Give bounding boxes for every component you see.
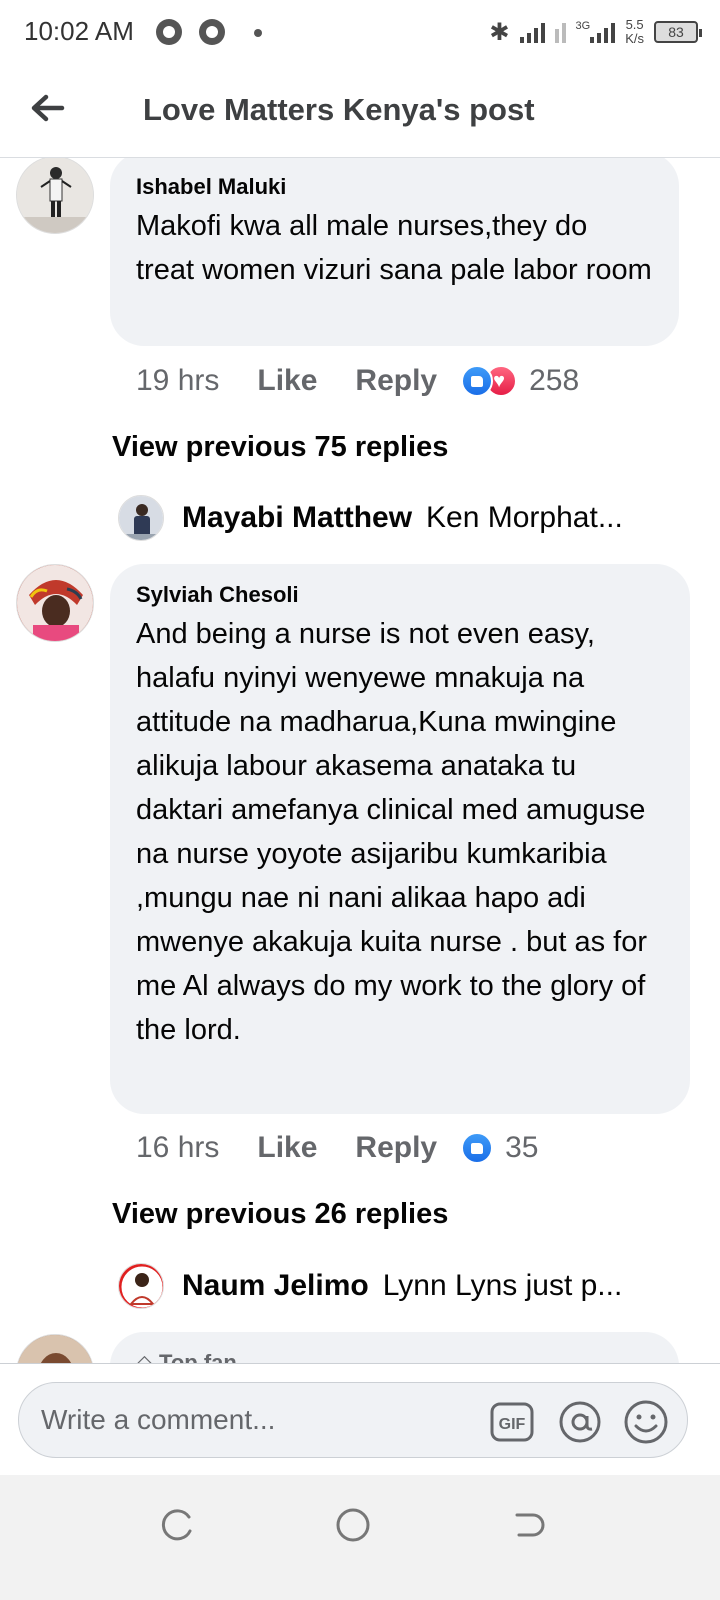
network-type: 3G <box>575 20 591 32</box>
comment-author[interactable]: Sylviah Chesoli <box>136 582 664 608</box>
bluetooth-icon: ✱ <box>489 18 510 46</box>
home-icon[interactable] <box>335 1507 371 1543</box>
gif-icon[interactable]: GIF <box>489 1399 535 1445</box>
system-nav-bar <box>0 1475 720 1600</box>
like-reaction-icon <box>461 1132 494 1164</box>
comment-composer: GIF <box>0 1363 720 1475</box>
emoji-icon[interactable] <box>623 1399 669 1445</box>
view-previous-replies[interactable]: View previous 75 replies <box>112 431 448 464</box>
comment-bubble[interactable]: Ishabel Maluki Makofi kwa all male nurse… <box>110 158 679 346</box>
comment-input[interactable] <box>41 1383 481 1457</box>
comment-bubble[interactable]: Sylviah Chesoli And being a nurse is not… <box>110 564 690 1114</box>
data-arrows-icon <box>554 21 566 43</box>
like-button[interactable]: Like <box>257 364 317 398</box>
page-title: Love Matters Kenya's post <box>143 92 535 127</box>
view-previous-replies[interactable]: View previous 26 replies <box>112 1198 448 1231</box>
avatar[interactable] <box>16 564 94 642</box>
chrome-notification-icon <box>199 19 225 45</box>
reply-button[interactable]: Reply <box>355 364 437 398</box>
comment-time[interactable]: 19 hrs <box>136 364 219 398</box>
svg-text:GIF: GIF <box>499 1416 526 1433</box>
arrow-left-icon[interactable] <box>26 86 70 130</box>
reaction-count[interactable]: 258 <box>529 364 579 398</box>
avatar[interactable] <box>16 158 94 234</box>
more-notifications-icon <box>254 29 262 37</box>
reply-button[interactable]: Reply <box>355 1131 437 1165</box>
reply-preview[interactable]: Naum Jelimo Lynn Lyns just p... <box>118 1260 622 1312</box>
reactions[interactable] <box>461 365 518 397</box>
avatar[interactable] <box>118 1263 164 1309</box>
status-time: 10:02 AM <box>24 16 134 46</box>
post-header: Love Matters Kenya's post <box>0 64 720 158</box>
network-speed: 5.5 K/s <box>625 18 644 46</box>
reply-snippet: Lynn Lyns just p... <box>382 1269 623 1302</box>
chrome-notification-icon <box>156 19 182 45</box>
comment-author[interactable]: Ishabel Maluki <box>136 174 653 200</box>
reply-preview[interactable]: Mayabi Matthew Ken Morphat... <box>118 492 623 544</box>
diamond-icon: ◇ <box>136 1350 153 1363</box>
status-indicators: ✱ 3G 5.5 K/s 83 <box>489 14 702 50</box>
comment-time[interactable]: 16 hrs <box>136 1131 219 1165</box>
comment-list[interactable]: Ishabel Maluki Makofi kwa all male nurse… <box>0 158 720 1363</box>
reply-snippet: Ken Morphat... <box>426 501 623 534</box>
reaction-count[interactable]: 35 <box>505 1131 538 1165</box>
like-reaction-icon <box>461 365 494 397</box>
battery-icon: 83 <box>654 21 702 43</box>
back-icon[interactable] <box>511 1507 547 1543</box>
speed-unit: K/s <box>625 31 644 46</box>
mention-icon[interactable] <box>557 1399 603 1445</box>
comment-text: Makofi kwa all male nurses,they do treat… <box>136 210 652 286</box>
signal-icon <box>519 21 545 43</box>
reply-author: Mayabi Matthew <box>182 501 413 534</box>
status-bar: 10:02 AM ✱ 3G 5.5 K/s 83 <box>0 0 720 64</box>
comment-actions: 19 hrs Like Reply 258 <box>136 361 579 401</box>
badge-label: Top fan <box>159 1350 237 1363</box>
comment-actions: 16 hrs Like Reply 35 <box>136 1128 539 1168</box>
avatar[interactable] <box>118 495 164 541</box>
like-button[interactable]: Like <box>257 1131 317 1165</box>
comment-text: And being a nurse is not even easy, hala… <box>136 618 647 1046</box>
comment-bubble[interactable]: ◇ Top fan <box>110 1332 679 1363</box>
recent-apps-icon[interactable] <box>159 1507 195 1543</box>
top-fan-badge: ◇ Top fan <box>136 1350 653 1363</box>
signal-icon <box>590 21 616 43</box>
reactions[interactable] <box>461 1132 494 1164</box>
avatar[interactable] <box>16 1334 94 1363</box>
speed-value: 5.5 <box>625 17 644 32</box>
reply-author: Naum Jelimo <box>182 1269 369 1302</box>
comment-input-box[interactable]: GIF <box>18 1382 688 1458</box>
